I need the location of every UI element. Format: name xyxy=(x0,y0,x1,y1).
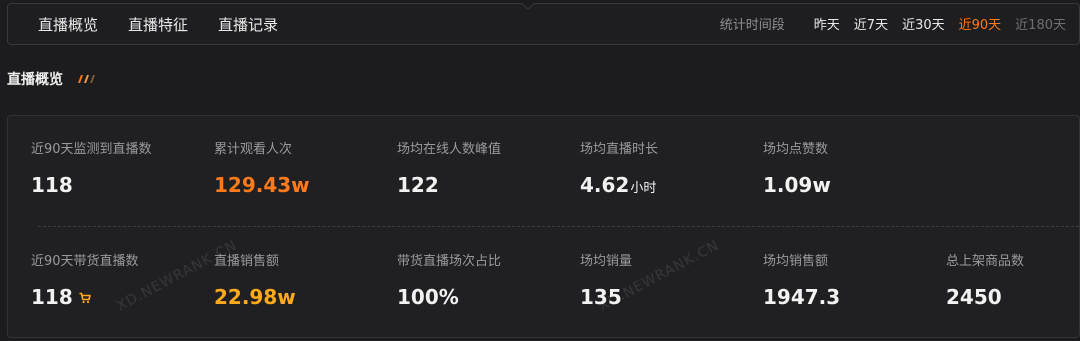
tab-features[interactable]: 直播特征 xyxy=(128,15,188,35)
stat-label: 累计观看人次 xyxy=(214,142,293,157)
period-7-days[interactable]: 近7天 xyxy=(854,17,888,35)
stat-value: 1.09w xyxy=(763,173,831,197)
stat-avg-duration: 场均直播时长 4.62 小时 xyxy=(580,141,658,201)
stat-value: 135 xyxy=(580,285,632,309)
stat-value: 122 xyxy=(397,173,501,197)
stat-value-text: 4.62 xyxy=(580,173,630,197)
tab-notch-indicator xyxy=(521,3,535,10)
period-180-days[interactable]: 近180天 xyxy=(1015,17,1066,35)
stat-value: 2450 xyxy=(946,285,1024,309)
stat-live-count: 近90天监测到直播数 118 xyxy=(31,141,152,197)
stat-value: 118 xyxy=(31,285,139,309)
stat-sales-live-count: 近90天带货直播数 118 xyxy=(31,253,139,309)
live-overview-page: 直播概览 直播特征 直播记录 统计时间段 昨天 近7天 近30天 近90天 近1… xyxy=(0,0,1080,341)
stat-value-text: 118 xyxy=(31,173,73,197)
stat-label: 总上架商品数 xyxy=(946,254,1025,269)
stat-value: 1947.3 xyxy=(763,285,840,309)
stat-label: 场均在线人数峰值 xyxy=(397,142,502,157)
stat-peak-online: 场均在线人数峰值 122 xyxy=(397,141,501,197)
stat-avg-volume: 场均销量 135 xyxy=(580,253,632,309)
stat-value: 22.98w xyxy=(214,285,296,309)
stat-value-text: 2450 xyxy=(946,285,1002,309)
stat-value: 4.62 小时 xyxy=(580,173,658,201)
stat-value-text: 118 xyxy=(31,285,73,309)
stat-value-text: 135 xyxy=(580,285,622,309)
stat-label: 场均销量 xyxy=(580,254,633,269)
stat-value-text: 22.98w xyxy=(214,285,296,309)
period-label: 统计时间段 xyxy=(719,18,785,33)
stat-label: 场均直播时长 xyxy=(580,142,659,157)
stat-label: 场均点赞数 xyxy=(763,142,829,157)
shopping-cart-icon[interactable] xyxy=(79,292,91,304)
stat-label: 带货直播场次占比 xyxy=(397,254,502,269)
stat-label: 近90天带货直播数 xyxy=(31,254,139,269)
stat-value-text: 129.43w xyxy=(214,173,310,197)
stat-unit: 小时 xyxy=(630,181,657,196)
stat-value-text: 1.09w xyxy=(763,173,831,197)
stat-label: 场均销售额 xyxy=(763,254,829,269)
stat-live-sales-amount: 直播销售额 22.98w xyxy=(214,253,296,309)
section-title: 直播概览 xyxy=(7,72,63,88)
stat-total-views: 累计观看人次 129.43w xyxy=(214,141,310,197)
stat-value-text: 100% xyxy=(397,285,459,309)
stat-total-products: 总上架商品数 2450 xyxy=(946,253,1024,309)
stat-avg-likes: 场均点赞数 1.09w xyxy=(763,141,831,197)
stat-label: 近90天监测到直播数 xyxy=(31,142,152,157)
top-tab-bar: 直播概览 直播特征 直播记录 统计时间段 昨天 近7天 近30天 近90天 近1… xyxy=(7,3,1080,45)
stat-value: 118 xyxy=(31,173,152,197)
stat-sales-live-ratio: 带货直播场次占比 100% xyxy=(397,253,501,309)
stat-avg-sales-amount: 场均销售额 1947.3 xyxy=(763,253,840,309)
row-divider xyxy=(38,226,1079,227)
stat-value-text: 1947.3 xyxy=(763,285,841,309)
tab-records[interactable]: 直播记录 xyxy=(218,15,278,35)
tab-overview[interactable]: 直播概览 xyxy=(38,15,98,35)
tab-list: 直播概览 直播特征 直播记录 xyxy=(38,15,308,35)
period-90-days[interactable]: 近90天 xyxy=(959,17,1002,35)
stat-value: 100% xyxy=(397,285,501,309)
title-decoration-icon xyxy=(78,75,95,83)
stat-value-text: 122 xyxy=(397,173,439,197)
stat-label: 直播销售额 xyxy=(214,254,280,269)
period-selector: 统计时间段 昨天 近7天 近30天 近90天 近180天 xyxy=(720,17,1066,35)
period-yesterday[interactable]: 昨天 xyxy=(814,17,840,35)
stat-value: 129.43w xyxy=(214,173,310,197)
stats-panel: 近90天监测到直播数 118 累计观看人次 129.43w 场均在线人数峰值 1… xyxy=(7,115,1080,338)
period-30-days[interactable]: 近30天 xyxy=(902,17,945,35)
